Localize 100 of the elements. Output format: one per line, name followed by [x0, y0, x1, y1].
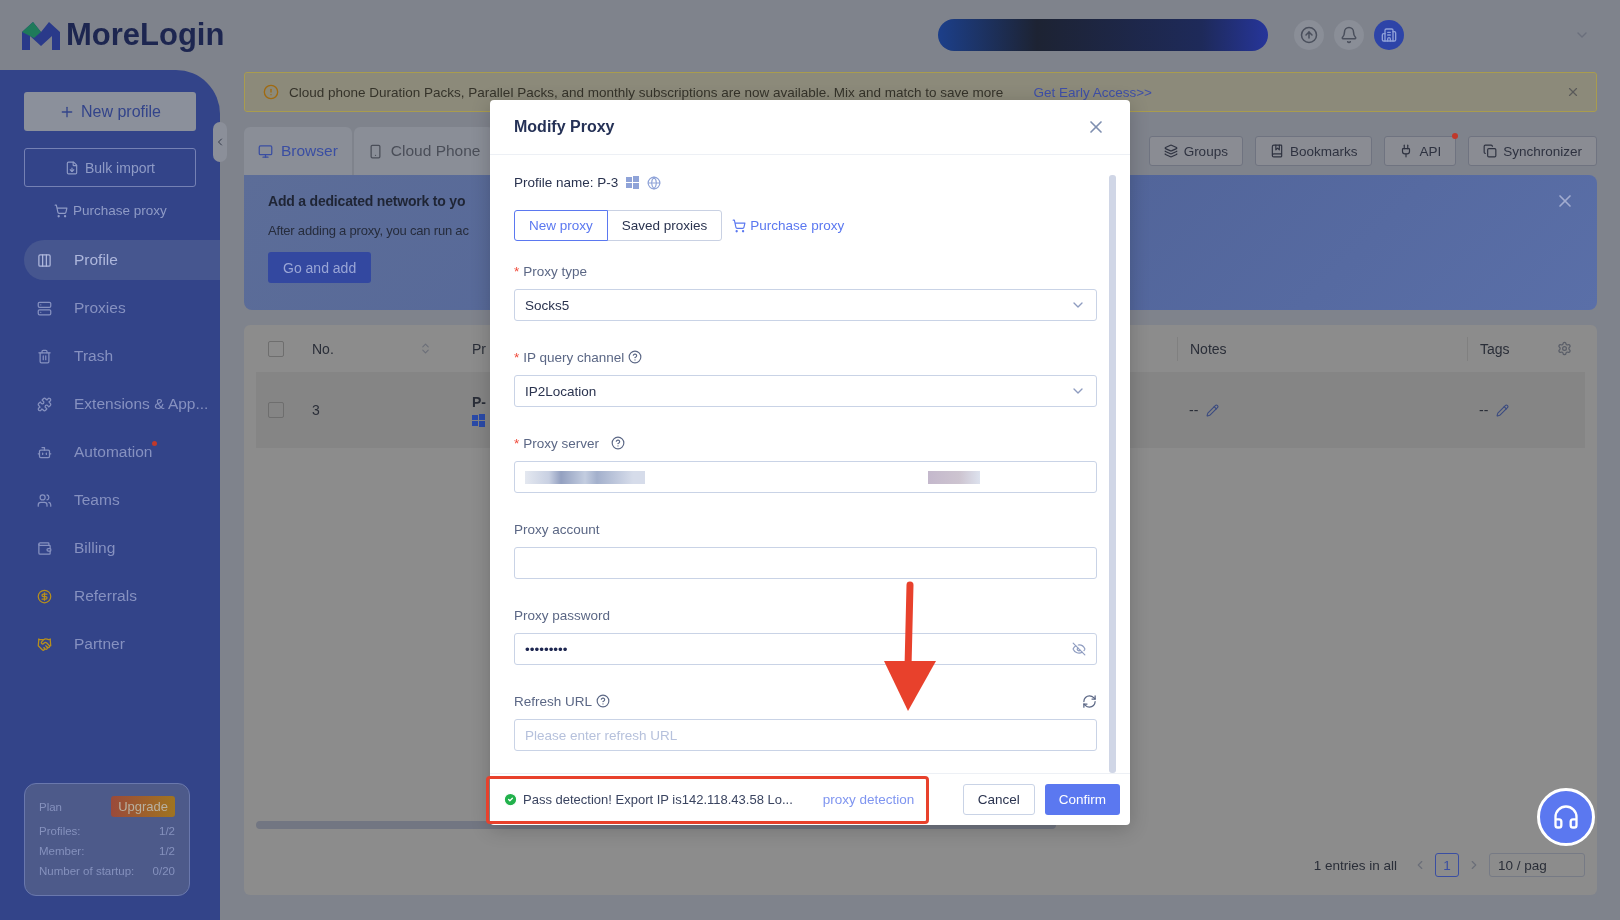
toolbar-button[interactable]: Synchronizer — [1468, 136, 1597, 166]
input-field[interactable] — [514, 461, 1097, 493]
columns-icon — [37, 252, 52, 268]
layers-icon — [1163, 144, 1178, 158]
logo-icon — [22, 20, 60, 50]
table-cell: -- — [1189, 402, 1199, 418]
handshake-icon — [37, 636, 52, 652]
phone-icon — [367, 143, 383, 159]
bell-icon[interactable] — [1334, 20, 1364, 50]
go-and-add-button[interactable]: Go and add — [268, 252, 372, 283]
column-header: Notes — [1190, 340, 1227, 357]
file-icon — [65, 160, 79, 175]
warning-icon — [263, 84, 279, 100]
help-icon[interactable] — [596, 694, 611, 708]
app-logo: MoreLogin — [66, 17, 225, 53]
coin-icon — [37, 588, 52, 604]
field-label: Proxy type — [523, 263, 588, 279]
scrollbar-thumb[interactable] — [1109, 175, 1116, 773]
nav-item[interactable]: Billing — [24, 528, 220, 568]
required-mark: * — [514, 435, 520, 451]
trash-icon — [37, 348, 52, 364]
nav-item[interactable]: Teams — [24, 480, 220, 520]
field-label: Proxy account — [514, 521, 600, 537]
tab[interactable]: Browser — [244, 127, 352, 175]
confirm-button[interactable]: Confirm — [1044, 784, 1120, 815]
column-header: No. — [312, 340, 334, 357]
table-cell: -- — [1479, 402, 1489, 418]
puzzle-icon — [37, 396, 52, 412]
required-mark: * — [514, 263, 520, 279]
dropdown[interactable]: Socks5 — [514, 289, 1097, 321]
upgrade-button[interactable]: Upgrade — [111, 796, 175, 817]
settings-icon[interactable] — [1557, 341, 1572, 356]
four-squares-icon — [626, 176, 640, 189]
help-icon[interactable] — [611, 436, 626, 450]
monitor-icon — [258, 143, 273, 159]
eye-off-icon[interactable] — [1072, 642, 1086, 656]
nav-item[interactable]: Partner — [24, 624, 220, 664]
input-field[interactable] — [514, 547, 1097, 579]
input-field[interactable]: Please enter refresh URL — [514, 719, 1097, 751]
segment-tab[interactable]: New proxy — [514, 210, 608, 241]
sort-icon[interactable] — [419, 342, 432, 355]
toolbar-button[interactable]: Groups — [1148, 136, 1243, 166]
nav-item[interactable]: Trash — [24, 336, 220, 376]
purchase-proxy-link[interactable]: Purchase proxy — [732, 218, 845, 233]
wallet-icon — [37, 540, 52, 556]
stat-value: 0/20 — [152, 865, 175, 877]
proxy-detection-link[interactable]: proxy detection — [822, 792, 915, 807]
segment-tab[interactable]: Saved proxies — [606, 210, 723, 241]
table-cell: 3 — [312, 402, 320, 418]
bulk-import-button[interactable]: Bulk import — [24, 148, 196, 187]
field-label: Refresh URL — [514, 693, 593, 709]
plan-label: Plan — [39, 800, 63, 813]
cancel-button[interactable]: Cancel — [962, 784, 1035, 815]
password-field[interactable]: ••••••••• — [514, 633, 1097, 665]
nav-item[interactable]: Proxies — [24, 288, 220, 328]
notice-text: Cloud phone Duration Packs, Parallel Packs, and monthly subscriptions are now available. Mix and match to save more — [289, 84, 1004, 100]
promo-title: Add a dedicated network to yo — [268, 193, 466, 209]
nav-item[interactable]: Profile — [24, 240, 220, 280]
edit-icon[interactable] — [1496, 403, 1510, 417]
toolbar-button[interactable]: API — [1384, 136, 1457, 166]
entries-count: 1 entries in all — [1313, 857, 1397, 873]
robot-icon — [37, 444, 52, 460]
globe-icon — [647, 175, 662, 190]
stat-label: Member: — [39, 845, 85, 857]
nav-item[interactable]: Referrals — [24, 576, 220, 616]
upload-icon[interactable] — [1294, 20, 1324, 50]
help-icon[interactable] — [628, 350, 643, 364]
windows-stack-icon — [1483, 144, 1498, 158]
required-mark: * — [514, 349, 520, 365]
toolbar-button[interactable]: Bookmarks — [1254, 136, 1373, 166]
column-header: Pr — [472, 340, 486, 357]
cart-icon — [732, 218, 747, 233]
checkbox[interactable] — [268, 340, 284, 357]
close-icon[interactable] — [1566, 85, 1580, 99]
page-button[interactable]: 1 — [1435, 853, 1459, 877]
refresh-icon[interactable] — [1082, 693, 1097, 709]
check-circle-icon — [503, 792, 518, 807]
modal-title: Modify Proxy — [514, 118, 615, 136]
column-header: Tags — [1480, 340, 1510, 357]
collapse-handle[interactable] — [213, 122, 227, 162]
promo-text: After adding a proxy, you can run ac — [268, 223, 469, 238]
nav-item[interactable]: Extensions & App... — [24, 384, 220, 424]
server-icon — [37, 300, 52, 316]
nav-item[interactable]: Automation — [24, 432, 220, 472]
detection-status: Pass detection! Export IP is142.118.43.58 Lo... — [503, 792, 793, 807]
profile-name: P- — [472, 393, 486, 410]
purchase-proxy-link[interactable]: Purchase proxy — [54, 203, 167, 218]
headset-icon — [1552, 803, 1580, 831]
promo-banner-picture[interactable] — [938, 19, 1268, 51]
bookmark-icon — [1269, 144, 1284, 158]
dropdown[interactable]: IP2Location — [514, 375, 1097, 407]
blurred-text — [928, 470, 980, 484]
field-label: Proxy server — [523, 435, 600, 451]
new-profile-button[interactable]: New profile — [24, 92, 196, 131]
edit-icon[interactable] — [1206, 403, 1220, 417]
field-label: Proxy password — [514, 607, 611, 623]
page-size-select[interactable]: 10 / pag — [1489, 853, 1585, 877]
building-icon[interactable] — [1374, 20, 1404, 50]
early-access-link[interactable]: Get Early Access>> — [1033, 84, 1152, 100]
users-icon — [37, 492, 52, 508]
